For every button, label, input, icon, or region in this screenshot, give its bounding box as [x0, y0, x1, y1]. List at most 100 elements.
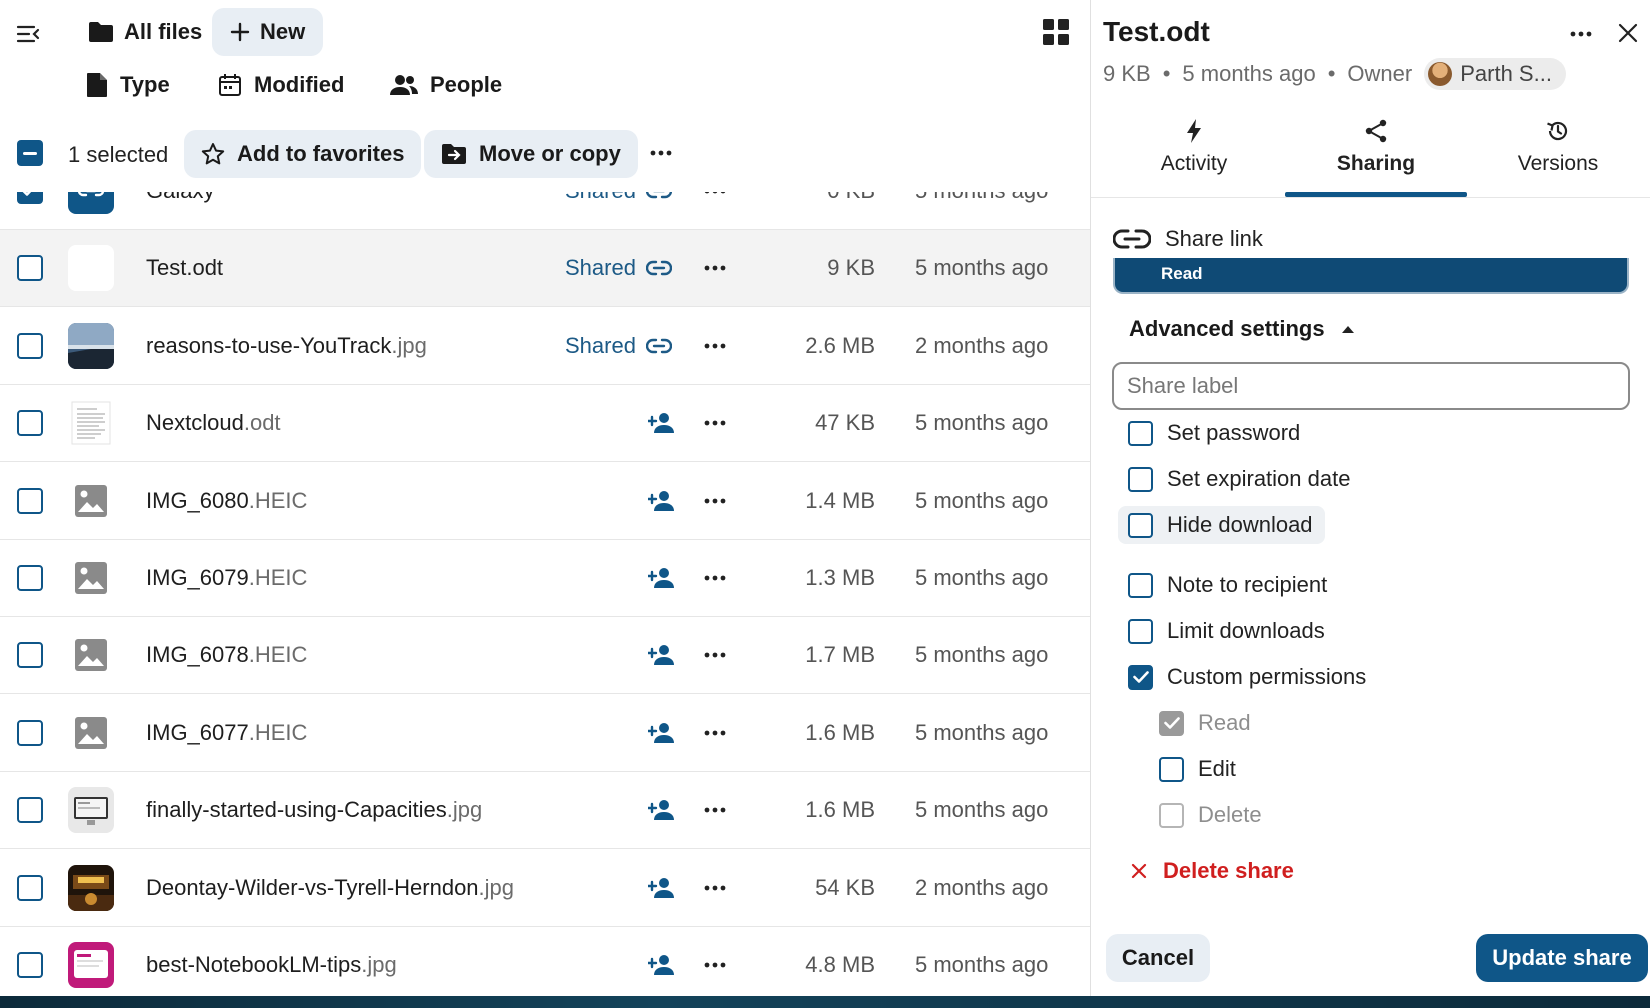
row-actions-icon[interactable] — [704, 885, 726, 891]
grid-view-icon[interactable] — [1042, 18, 1070, 46]
row-checkbox[interactable] — [17, 874, 43, 901]
sidebar-more-icon[interactable] — [1567, 20, 1595, 48]
avatar — [1428, 62, 1453, 86]
table-row[interactable]: reasons-to-use-YouTrack.jpg Shared 2.6 M… — [0, 308, 1090, 385]
add-share-icon[interactable] — [648, 412, 676, 434]
table-row[interactable]: Nextcloud.odt 47 KB 5 months ago — [0, 385, 1090, 463]
file-name[interactable]: IMG_6077.HEIC — [146, 720, 307, 746]
move-or-copy-button[interactable]: Move or copy — [424, 130, 638, 178]
row-checkbox[interactable] — [17, 255, 43, 282]
table-row[interactable]: best-NotebookLM-tips.jpg 4.8 MB 5 months… — [0, 927, 1090, 996]
table-row[interactable]: finally-started-using-Capacities.jpg 1.6… — [0, 772, 1090, 850]
table-row[interactable]: Galaxy Shared 0 KB 5 months ago — [0, 192, 1090, 230]
tab-sharing[interactable]: Sharing — [1285, 110, 1467, 198]
file-name[interactable]: Nextcloud.odt — [146, 410, 281, 436]
note-recipient-checkbox[interactable] — [1128, 572, 1153, 598]
share-link-row[interactable]: Share link — [1113, 226, 1263, 252]
hide-download-option[interactable]: Hide download — [1118, 506, 1325, 544]
add-share-icon[interactable] — [648, 799, 676, 821]
file-thumbnail — [68, 478, 114, 524]
set-expiration-checkbox[interactable] — [1128, 466, 1153, 492]
add-share-icon[interactable] — [648, 877, 676, 899]
filter-modified[interactable]: Modified — [218, 72, 344, 98]
row-actions-icon[interactable] — [704, 420, 726, 426]
row-checkbox[interactable] — [17, 565, 43, 591]
add-to-favorites-button[interactable]: Add to favorites — [184, 130, 422, 178]
hide-download-checkbox[interactable] — [1128, 512, 1153, 538]
row-actions-icon[interactable] — [704, 962, 726, 968]
row-checkbox[interactable] — [17, 719, 43, 746]
tab-versions[interactable]: Versions — [1467, 110, 1649, 198]
table-row[interactable]: IMG_6080.HEIC 1.4 MB 5 months ago — [0, 463, 1090, 540]
table-row[interactable]: IMG_6079.HEIC 1.3 MB 5 months ago — [0, 540, 1090, 617]
share-label-input[interactable] — [1112, 362, 1630, 410]
meta-separator: • — [1162, 61, 1171, 86]
add-share-icon[interactable] — [648, 567, 676, 589]
file-name[interactable]: best-NotebookLM-tips.jpg — [146, 952, 397, 978]
menu-toggle-icon[interactable] — [14, 20, 42, 48]
note-recipient-option[interactable]: Note to recipient — [1128, 572, 1327, 598]
table-row[interactable]: Deontay-Wilder-vs-Tyrell-Herndon.jpg 54 … — [0, 850, 1090, 927]
perm-edit-checkbox[interactable] — [1159, 756, 1184, 782]
advanced-settings-toggle[interactable]: Advanced settings — [1129, 316, 1355, 342]
owner-chip[interactable]: Parth S... — [1424, 58, 1566, 90]
shared-indicator[interactable]: Shared — [565, 333, 672, 359]
filter-people[interactable]: People — [390, 72, 502, 98]
file-name[interactable]: Galaxy — [146, 192, 214, 204]
row-checkbox[interactable] — [17, 487, 43, 514]
row-checkbox[interactable] — [17, 410, 43, 437]
select-all-checkbox[interactable] — [17, 140, 43, 166]
filter-type[interactable]: Type — [86, 72, 170, 98]
custom-permissions-checkbox[interactable] — [1128, 664, 1153, 690]
row-actions-icon[interactable] — [704, 192, 726, 194]
more-actions-icon[interactable] — [648, 140, 674, 166]
limit-downloads-checkbox[interactable] — [1128, 618, 1153, 644]
file-name[interactable]: reasons-to-use-YouTrack.jpg — [146, 333, 427, 359]
table-row[interactable]: IMG_6078.HEIC 1.7 MB 5 months ago — [0, 617, 1090, 695]
set-password-checkbox[interactable] — [1128, 420, 1153, 446]
set-password-option[interactable]: Set password — [1128, 420, 1300, 446]
row-actions-icon[interactable] — [704, 498, 726, 504]
row-checkbox[interactable] — [17, 192, 43, 204]
add-share-icon[interactable] — [648, 644, 676, 666]
file-modified: 5 months ago — [915, 192, 1048, 204]
row-checkbox[interactable] — [17, 332, 43, 359]
row-actions-icon[interactable] — [704, 343, 726, 349]
table-row[interactable]: Test.odt Shared 9 KB 5 months ago — [0, 230, 1090, 308]
row-actions-icon[interactable] — [704, 265, 726, 271]
row-actions-icon[interactable] — [704, 575, 726, 581]
shared-indicator[interactable]: Shared — [565, 192, 672, 204]
owner-label: Owner — [1347, 61, 1413, 86]
file-name[interactable]: Deontay-Wilder-vs-Tyrell-Herndon.jpg — [146, 875, 514, 901]
row-actions-icon[interactable] — [704, 730, 726, 736]
new-button[interactable]: New — [212, 8, 324, 56]
update-share-button[interactable]: Update share — [1476, 934, 1648, 982]
file-name[interactable]: IMG_6079.HEIC — [146, 565, 307, 591]
tab-activity[interactable]: Activity — [1103, 110, 1285, 198]
perm-read-checkbox — [1159, 710, 1184, 736]
cancel-button[interactable]: Cancel — [1106, 934, 1210, 982]
file-name[interactable]: finally-started-using-Capacities.jpg — [146, 797, 482, 823]
limit-downloads-option[interactable]: Limit downloads — [1128, 618, 1325, 644]
file-name[interactable]: Test.odt — [146, 255, 223, 281]
close-icon[interactable] — [1613, 18, 1643, 48]
add-share-icon[interactable] — [648, 722, 676, 744]
row-checkbox[interactable] — [17, 642, 43, 669]
shared-indicator[interactable]: Shared — [565, 255, 672, 281]
delete-share-button[interactable]: Delete share — [1131, 858, 1294, 884]
file-name[interactable]: IMG_6078.HEIC — [146, 642, 307, 668]
file-name[interactable]: IMG_6080.HEIC — [146, 488, 307, 514]
row-checkbox[interactable] — [17, 952, 43, 978]
set-expiration-option[interactable]: Set expiration date — [1128, 466, 1350, 492]
perm-edit-option[interactable]: Edit — [1159, 756, 1236, 782]
add-share-icon[interactable] — [648, 954, 676, 976]
row-actions-icon[interactable] — [704, 807, 726, 813]
row-actions-icon[interactable] — [704, 652, 726, 658]
active-tab-indicator — [1285, 192, 1467, 197]
table-row[interactable]: IMG_6077.HEIC 1.6 MB 5 months ago — [0, 695, 1090, 772]
permission-dropdown[interactable]: Read — [1113, 258, 1629, 294]
custom-permissions-option[interactable]: Custom permissions — [1128, 664, 1366, 690]
add-share-icon[interactable] — [648, 490, 676, 512]
row-checkbox[interactable] — [17, 797, 43, 824]
breadcrumb-all-files[interactable]: All files — [70, 8, 220, 56]
